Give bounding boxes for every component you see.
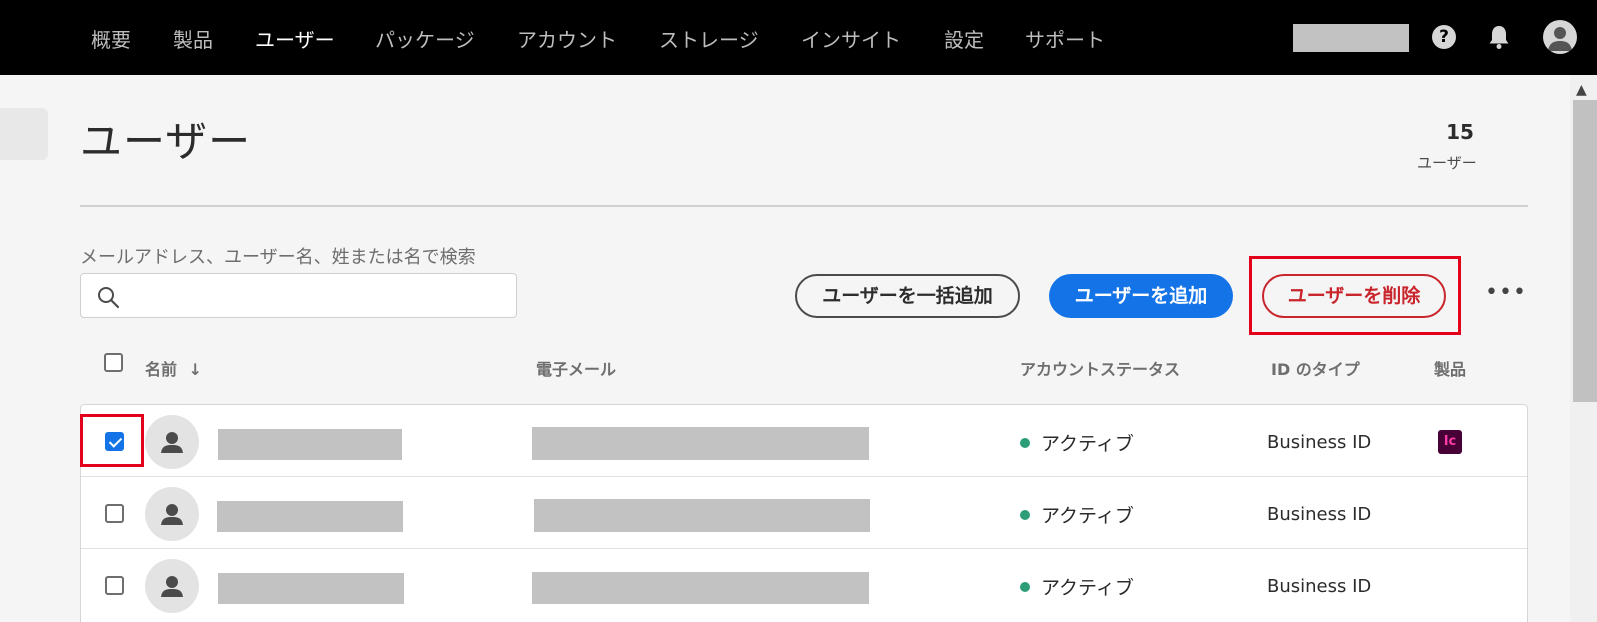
nav-item-storage[interactable]: ストレージ	[659, 24, 759, 53]
status-active-dot	[1020, 582, 1030, 592]
top-nav: 概要 製品 ユーザー パッケージ アカウント ストレージ インサイト 設定 サポ…	[0, 0, 1597, 75]
search-label: メールアドレス、ユーザー名、姓または名で検索	[80, 247, 476, 268]
user-email-redacted	[532, 572, 869, 604]
column-header-status: アカウントステータス	[1020, 360, 1181, 379]
nav-item-users[interactable]: ユーザー	[255, 24, 335, 53]
nav-item-packages[interactable]: パッケージ	[375, 24, 475, 53]
account-status: アクティブ	[1041, 505, 1134, 527]
column-header-idtype: ID のタイプ	[1271, 360, 1360, 379]
column-header-name-label: 名前	[145, 360, 178, 379]
table-row[interactable]: アクティブ Business ID Ic	[81, 405, 1527, 477]
avatar	[145, 487, 199, 541]
more-options-icon[interactable]: •••	[1485, 280, 1527, 305]
scroll-up-arrow-icon[interactable]: ▲	[1576, 82, 1587, 98]
table-row[interactable]: アクティブ Business ID	[81, 549, 1527, 621]
scrollbar-thumb[interactable]	[1573, 100, 1597, 402]
id-type: Business ID	[1267, 432, 1372, 453]
bell-icon[interactable]	[1487, 24, 1511, 50]
users-table: アクティブ Business ID Ic アクティブ Business ID ア…	[80, 404, 1528, 622]
user-name-redacted[interactable]	[218, 573, 404, 604]
person-icon	[161, 576, 183, 597]
table-row[interactable]: アクティブ Business ID	[81, 477, 1527, 549]
avatar	[145, 415, 199, 469]
select-all-checkbox[interactable]	[104, 353, 123, 372]
org-switcher-redacted[interactable]	[1293, 24, 1409, 52]
side-panel-toggle[interactable]	[0, 108, 48, 160]
person-icon	[161, 504, 183, 525]
status-active-dot	[1020, 438, 1030, 448]
user-email-redacted	[532, 427, 869, 460]
nav-item-overview[interactable]: 概要	[91, 24, 131, 53]
column-header-products: 製品	[1434, 360, 1467, 379]
nav-item-account[interactable]: アカウント	[517, 24, 617, 53]
nav-item-settings[interactable]: 設定	[944, 24, 984, 53]
account-status: アクティブ	[1041, 577, 1134, 599]
person-icon	[161, 432, 183, 453]
row-checkbox[interactable]	[105, 576, 124, 595]
checkbox-highlight	[80, 414, 144, 467]
id-type: Business ID	[1267, 576, 1372, 597]
divider	[80, 205, 1528, 207]
avatar	[145, 559, 199, 613]
page-title: ユーザー	[80, 117, 252, 166]
add-user-button[interactable]: ユーザーを追加	[1049, 274, 1233, 318]
account-status: アクティブ	[1041, 433, 1134, 455]
person-icon	[1548, 27, 1572, 51]
search-icon	[98, 287, 120, 309]
user-count: 15	[1446, 120, 1474, 144]
product-incopy-icon: Ic	[1438, 430, 1462, 454]
delete-button-highlight	[1249, 256, 1461, 335]
user-email-redacted	[534, 499, 870, 532]
id-type: Business ID	[1267, 504, 1372, 525]
column-header-email: 電子メール	[536, 360, 617, 379]
nav-item-insights[interactable]: インサイト	[801, 24, 901, 53]
nav-item-products[interactable]: 製品	[173, 24, 213, 53]
row-checkbox[interactable]	[105, 504, 124, 523]
sort-arrow-down-icon: ↓	[188, 360, 202, 379]
profile-avatar[interactable]	[1543, 20, 1577, 54]
column-header-name[interactable]: 名前 ↓	[145, 356, 202, 380]
nav-item-support[interactable]: サポート	[1025, 24, 1105, 53]
bulk-add-users-button[interactable]: ユーザーを一括追加	[795, 274, 1020, 318]
user-name-redacted[interactable]	[217, 501, 403, 532]
help-icon[interactable]: ?	[1432, 25, 1456, 49]
user-count-label: ユーザー	[1417, 154, 1477, 172]
status-active-dot	[1020, 510, 1030, 520]
search-input[interactable]	[80, 273, 517, 318]
user-name-redacted[interactable]	[218, 429, 402, 460]
